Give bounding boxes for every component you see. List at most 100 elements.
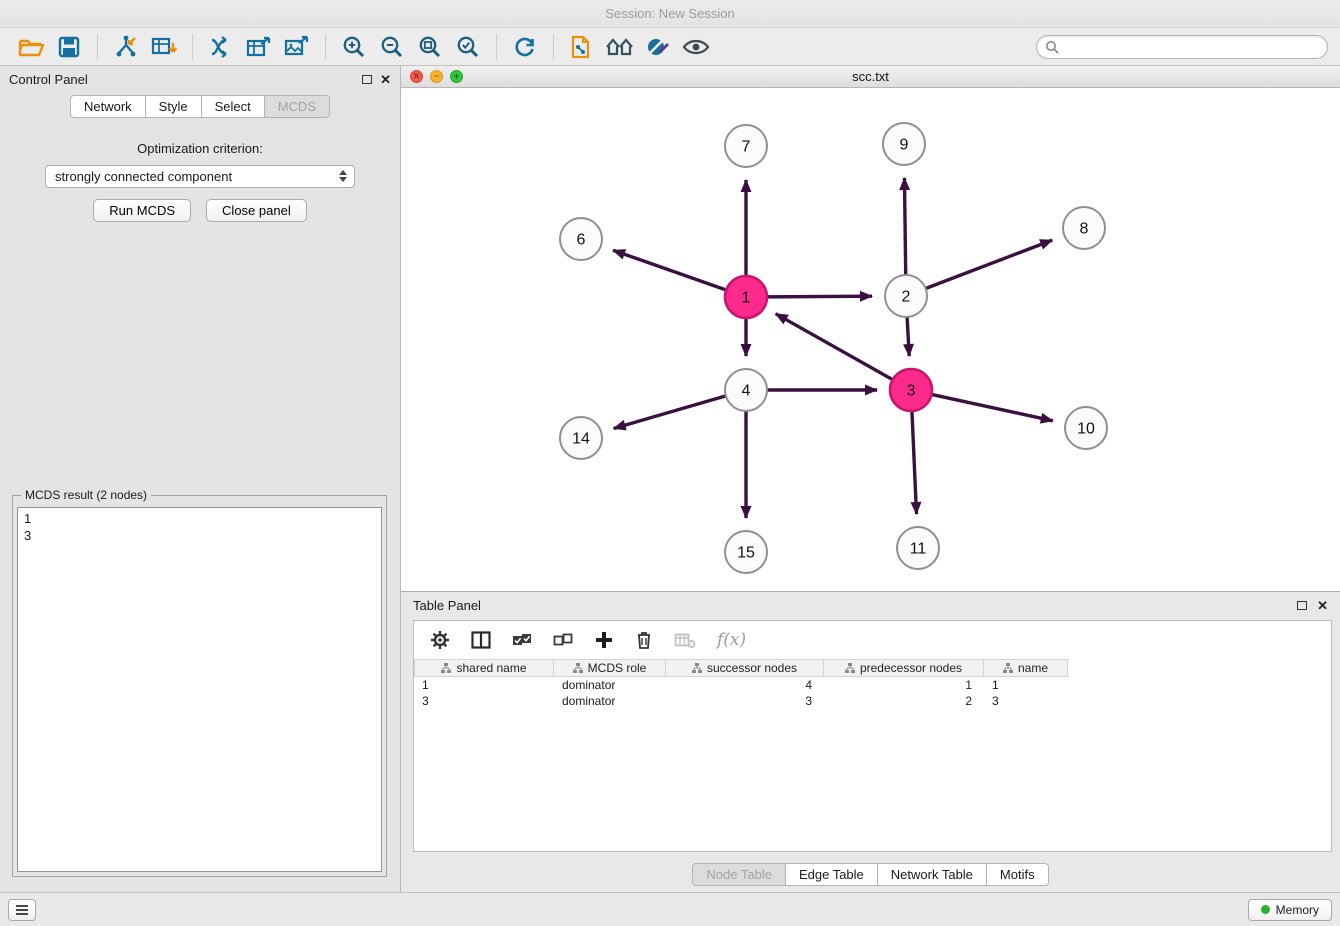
graph-node-1[interactable]: 1: [725, 276, 767, 318]
zoom-selected-button[interactable]: [449, 31, 487, 63]
import-table-button[interactable]: [145, 31, 183, 63]
table-cell[interactable]: 3: [984, 693, 1068, 709]
panel-menu-button[interactable]: [8, 899, 36, 921]
toolbar-separator: [496, 34, 497, 60]
export-table-button[interactable]: [240, 31, 278, 63]
column-header-label: predecessor nodes: [860, 661, 962, 675]
network-titlebar[interactable]: scc.txt ✕ − +: [401, 66, 1340, 88]
close-panel-icon[interactable]: ✕: [380, 73, 391, 86]
graph-node-4[interactable]: 4: [725, 369, 767, 411]
gear-icon: [430, 630, 450, 650]
column-header-shared-name[interactable]: shared name: [414, 659, 554, 677]
close-panel-button[interactable]: Close panel: [206, 199, 307, 222]
table-cell[interactable]: 2: [824, 693, 984, 709]
node-label: 7: [742, 139, 751, 156]
zoom-out-button[interactable]: [373, 31, 411, 63]
list-icon: [15, 904, 29, 916]
toolbar-separator: [325, 34, 326, 60]
criterion-dropdown[interactable]: strongly connected component: [45, 165, 355, 188]
graph-node-10[interactable]: 10: [1065, 407, 1107, 449]
graph-edge-2-3[interactable]: [907, 317, 909, 356]
mcds-result-list[interactable]: 13: [17, 507, 382, 872]
apply-style-button[interactable]: [639, 31, 677, 63]
graph-node-15[interactable]: 15: [725, 531, 767, 573]
delete-column-button[interactable]: [635, 630, 653, 650]
table-cell[interactable]: 1: [984, 677, 1068, 693]
column-header-name[interactable]: name: [984, 659, 1068, 677]
graph-edge-3-1[interactable]: [776, 314, 893, 380]
show-columns-button[interactable]: [471, 631, 491, 649]
table-cell[interactable]: 3: [666, 693, 824, 709]
graph-edge-4-14[interactable]: [614, 396, 726, 429]
graph-edge-2-9[interactable]: [904, 178, 905, 275]
graph-node-14[interactable]: 14: [560, 417, 602, 459]
refresh-icon: [513, 35, 537, 59]
run-mcds-button[interactable]: Run MCDS: [93, 199, 191, 222]
graph-node-6[interactable]: 6: [560, 218, 602, 260]
table-cell[interactable]: dominator: [554, 693, 666, 709]
table-cell[interactable]: dominator: [554, 677, 666, 693]
save-session-button[interactable]: [50, 31, 88, 63]
open-session-button[interactable]: [12, 31, 50, 63]
import-network-button[interactable]: [107, 31, 145, 63]
close-table-panel-icon[interactable]: ✕: [1317, 599, 1328, 612]
table-row[interactable]: 3dominator323: [414, 693, 1331, 709]
search-box[interactable]: [1036, 35, 1328, 59]
graph-node-2[interactable]: 2: [885, 275, 927, 317]
tab-select[interactable]: Select: [202, 95, 265, 118]
close-window-icon[interactable]: ✕: [410, 70, 423, 83]
network-graph[interactable]: 7 9 6 8 1 2 4 3 14 10 15 11: [401, 88, 1335, 591]
float-panel-icon[interactable]: [362, 75, 372, 84]
table-cell[interactable]: 3: [414, 693, 554, 709]
tab-network-table[interactable]: Network Table: [878, 863, 987, 886]
tab-motifs[interactable]: Motifs: [987, 863, 1049, 886]
table-panel-body: f(x) shared nameMCDS rolesuccessor nodes…: [413, 620, 1332, 852]
table-row[interactable]: 1dominator411: [414, 677, 1331, 693]
add-column-button[interactable]: [594, 630, 614, 650]
tab-mcds[interactable]: MCDS: [265, 95, 330, 118]
network-from-selection-button[interactable]: [563, 31, 601, 63]
float-table-panel-icon[interactable]: [1297, 601, 1307, 610]
tab-network[interactable]: Network: [70, 95, 146, 118]
graph-edge-2-8[interactable]: [926, 240, 1053, 288]
zoom-fit-button[interactable]: [411, 31, 449, 63]
select-all-rows-button[interactable]: [512, 632, 532, 648]
graph-edge-3-11[interactable]: [912, 411, 917, 514]
graph-node-11[interactable]: 11: [897, 527, 939, 569]
column-header-mcds-role[interactable]: MCDS role: [554, 659, 666, 677]
export-image-button[interactable]: [278, 31, 316, 63]
eye-icon: [682, 37, 710, 57]
column-header-predecessor-nodes[interactable]: predecessor nodes: [824, 659, 984, 677]
memory-button[interactable]: Memory: [1248, 899, 1332, 921]
deselect-all-rows-button[interactable]: [553, 632, 573, 648]
window-titlebar: Session: New Session: [0, 0, 1340, 28]
graph-edge-1-6[interactable]: [613, 250, 726, 290]
graph-node-3[interactable]: 3: [890, 369, 932, 411]
graph-edge-1-2[interactable]: [767, 296, 872, 297]
zoom-window-icon[interactable]: +: [450, 70, 463, 83]
function-builder-button[interactable]: f(x): [717, 630, 746, 650]
network-canvas[interactable]: 7 9 6 8 1 2 4 3 14 10 15 11: [401, 88, 1340, 591]
tab-edge-table[interactable]: Edge Table: [786, 863, 878, 886]
search-input[interactable]: [1059, 39, 1319, 55]
new-network-button[interactable]: [202, 31, 240, 63]
tab-style[interactable]: Style: [146, 95, 202, 118]
graph-node-7[interactable]: 7: [725, 125, 767, 167]
table-settings-button[interactable]: [430, 630, 450, 650]
table-cell[interactable]: 1: [824, 677, 984, 693]
graph-node-9[interactable]: 9: [883, 123, 925, 165]
window-title: Session: New Session: [605, 6, 734, 21]
tab-node-table[interactable]: Node Table: [692, 863, 786, 886]
node-label: 11: [910, 541, 927, 558]
first-neighbors-button[interactable]: [601, 31, 639, 63]
graph-edge-3-10[interactable]: [932, 394, 1053, 420]
node-label: 15: [737, 545, 755, 562]
table-cell[interactable]: 4: [666, 677, 824, 693]
graph-node-8[interactable]: 8: [1063, 207, 1105, 249]
table-cell[interactable]: 1: [414, 677, 554, 693]
column-header-successor-nodes[interactable]: successor nodes: [666, 659, 824, 677]
zoom-in-button[interactable]: [335, 31, 373, 63]
show-hide-graphics-button[interactable]: [677, 31, 715, 63]
refresh-view-button[interactable]: [506, 31, 544, 63]
minimize-window-icon[interactable]: −: [430, 70, 443, 83]
